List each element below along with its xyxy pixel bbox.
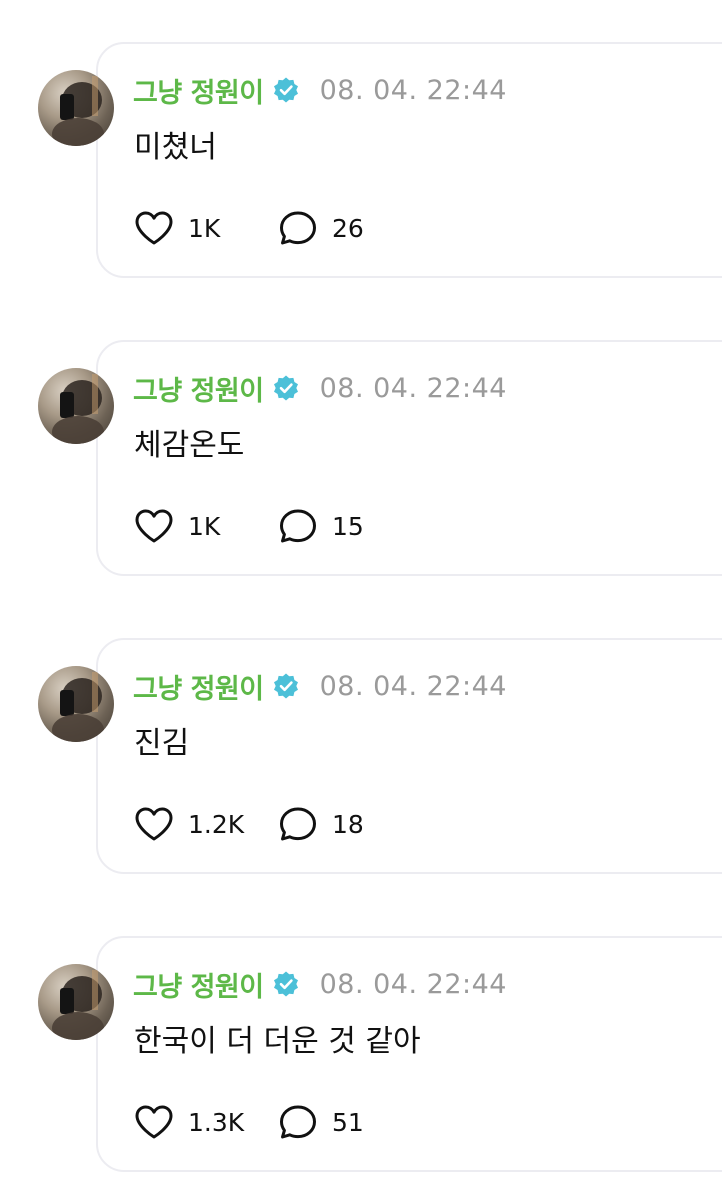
post-item: 그냥 정원이 08. 04. 22:44 진김 1.2K 18 [0,638,722,876]
post-text: 미쳤너 [134,130,217,165]
post-text: 진김 [134,726,190,761]
heart-icon [134,1104,174,1140]
verified-badge-icon [272,672,300,700]
heart-icon [134,210,174,246]
reply-button[interactable]: 15 [278,508,364,544]
speech-bubble-icon [278,210,318,246]
heart-icon [134,806,174,842]
post-actions: 1.2K 18 [134,804,364,844]
post-header: 그냥 정원이 08. 04. 22:44 [133,368,507,408]
post-item: 그냥 정원이 08. 04. 22:44 체감온도 1K 15 [0,340,722,578]
post-item: 그냥 정원이 08. 04. 22:44 미쳤너 1K 26 [0,42,722,280]
reply-count: 18 [332,809,364,839]
author-name[interactable]: 그냥 정원이 [133,369,264,408]
reply-button[interactable]: 18 [278,806,364,842]
speech-bubble-icon [278,508,318,544]
like-button[interactable]: 1.3K [134,1104,260,1140]
like-button[interactable]: 1.2K [134,806,260,842]
post-header: 그냥 정원이 08. 04. 22:44 [133,666,507,706]
post-header: 그냥 정원이 08. 04. 22:44 [133,964,507,1004]
like-button[interactable]: 1K [134,508,260,544]
like-count: 1.3K [188,1107,245,1137]
like-count: 1K [188,213,221,243]
post-timestamp: 08. 04. 22:44 [319,372,507,404]
reply-count: 51 [332,1107,364,1137]
reply-button[interactable]: 26 [278,210,364,246]
like-count: 1.2K [188,809,245,839]
post-text: 체감온도 [134,428,245,463]
author-name[interactable]: 그냥 정원이 [133,965,264,1004]
speech-bubble-icon [278,806,318,842]
verified-badge-icon [272,970,300,998]
avatar[interactable] [38,368,114,444]
avatar[interactable] [38,70,114,146]
reply-button[interactable]: 51 [278,1104,364,1140]
author-name[interactable]: 그냥 정원이 [133,667,264,706]
post-actions: 1.3K 51 [134,1102,364,1142]
reply-count: 15 [332,511,364,541]
post-timestamp: 08. 04. 22:44 [319,968,507,1000]
reply-count: 26 [332,213,364,243]
verified-badge-icon [272,374,300,402]
post-item: 그냥 정원이 08. 04. 22:44 한국이 더 더운 것 같아 1.3K [0,936,722,1174]
post-timestamp: 08. 04. 22:44 [319,670,507,702]
post-header: 그냥 정원이 08. 04. 22:44 [133,70,507,110]
speech-bubble-icon [278,1104,318,1140]
like-button[interactable]: 1K [134,210,260,246]
author-name[interactable]: 그냥 정원이 [133,71,264,110]
post-actions: 1K 15 [134,506,364,546]
heart-icon [134,508,174,544]
verified-badge-icon [272,76,300,104]
like-count: 1K [188,511,221,541]
post-text: 한국이 더 더운 것 같아 [134,1024,421,1059]
post-timestamp: 08. 04. 22:44 [319,74,507,106]
post-actions: 1K 26 [134,208,364,248]
avatar[interactable] [38,964,114,1040]
avatar[interactable] [38,666,114,742]
